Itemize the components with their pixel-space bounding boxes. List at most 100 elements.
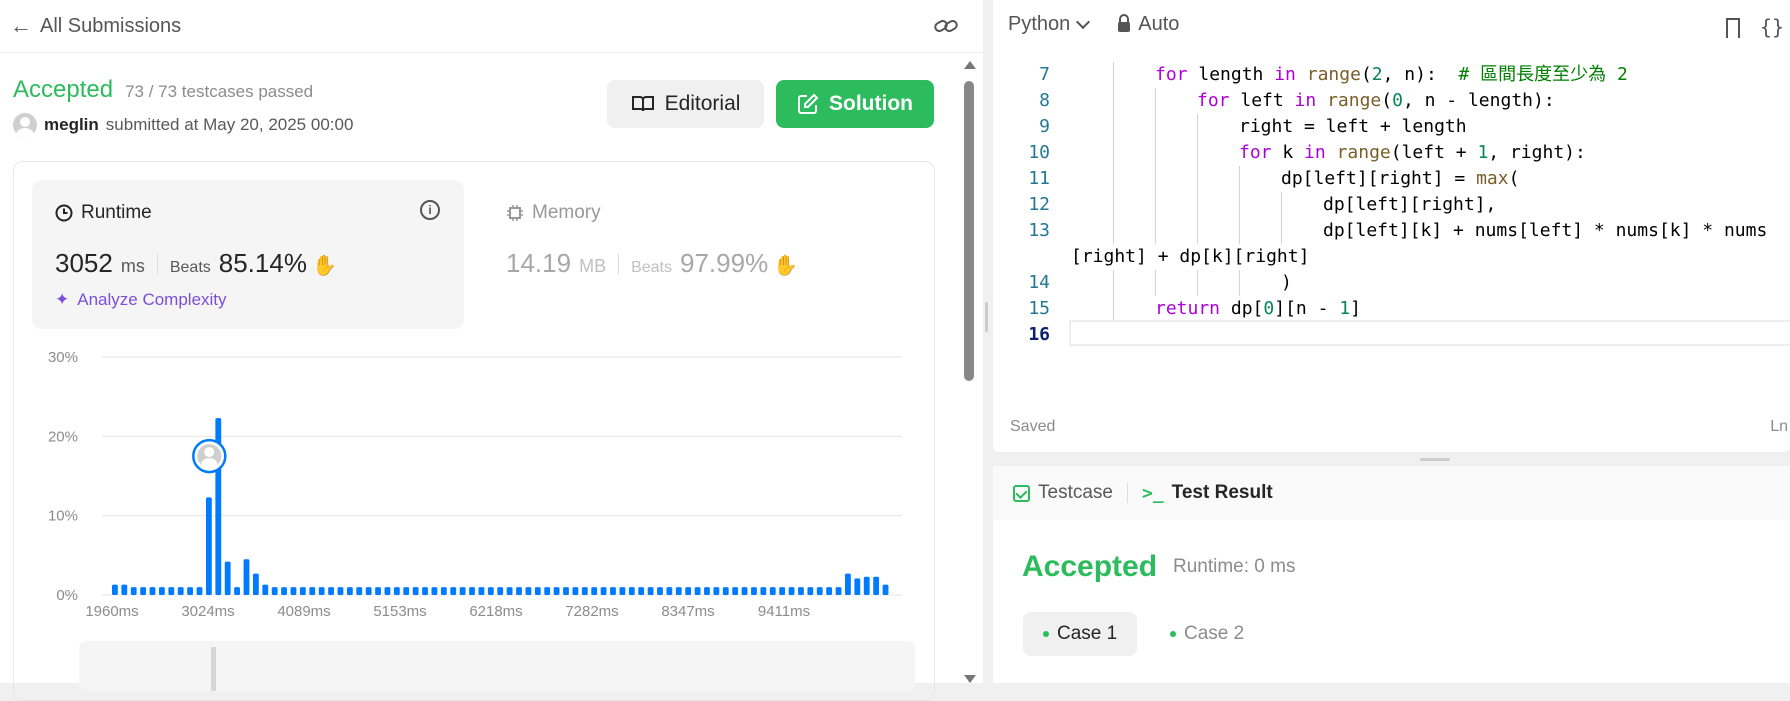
chart-bar bbox=[722, 587, 729, 595]
memory-unit: MB bbox=[579, 256, 607, 276]
chart-bar bbox=[243, 559, 250, 595]
clock-icon bbox=[55, 204, 73, 222]
x-tick-label: 5153ms bbox=[373, 603, 426, 620]
case-1-label: Case 1 bbox=[1057, 623, 1118, 644]
chart-bar bbox=[318, 587, 325, 595]
tab-testcase[interactable]: Testcase bbox=[1013, 482, 1113, 504]
submission-status: Accepted bbox=[13, 76, 114, 103]
chart-bar bbox=[760, 587, 767, 595]
tab-test-result[interactable]: >_ Test Result bbox=[1142, 482, 1273, 504]
memory-beats-pct: 97.99% bbox=[680, 248, 769, 278]
chart-bar bbox=[628, 587, 635, 595]
vertical-scrollbar[interactable] bbox=[962, 53, 976, 683]
code-text: for left in range(0, n - length): bbox=[1197, 90, 1555, 111]
chart-bar bbox=[299, 587, 306, 595]
chart-bar bbox=[807, 587, 814, 595]
chart-bar bbox=[487, 587, 494, 595]
pass-dot-icon bbox=[1170, 631, 1176, 637]
vertical-splitter[interactable] bbox=[983, 0, 993, 683]
chart-bar bbox=[619, 587, 626, 595]
chart-bar bbox=[732, 587, 739, 595]
line-number: 11 bbox=[1028, 168, 1050, 189]
current-line-highlight bbox=[1069, 320, 1790, 346]
sparkle-icon: ✦ bbox=[55, 290, 70, 309]
y-tick-label: 30% bbox=[48, 349, 78, 366]
book-icon bbox=[631, 96, 654, 112]
chart-bar bbox=[788, 587, 795, 595]
edit-icon bbox=[798, 93, 819, 114]
clap-hands-icon: ✋ bbox=[311, 255, 337, 277]
chart-bar bbox=[713, 587, 720, 595]
memory-value: 14.19 bbox=[506, 248, 572, 278]
chart-bar bbox=[516, 587, 522, 595]
username[interactable]: meglin bbox=[44, 115, 99, 135]
user-avatar[interactable] bbox=[13, 113, 37, 137]
chart-bar bbox=[328, 587, 334, 595]
code-text: for k in range(left + 1, right): bbox=[1239, 142, 1586, 163]
chart-bar bbox=[882, 584, 889, 595]
chart-bar bbox=[271, 587, 278, 595]
chart-bar bbox=[854, 578, 861, 595]
scrollbar-thumb[interactable] bbox=[964, 81, 974, 381]
chart-bar bbox=[224, 561, 231, 595]
saved-status: Saved bbox=[1010, 418, 1056, 435]
horizontal-splitter[interactable] bbox=[1420, 458, 1450, 461]
memory-card[interactable]: Memory 14.19 MB Beats 97.99% ✋ bbox=[506, 180, 936, 329]
chart-bar bbox=[158, 587, 165, 595]
editorial-label: Editorial bbox=[664, 92, 741, 115]
case-1-button[interactable]: Case 1 bbox=[1023, 612, 1138, 656]
share-link-icon[interactable] bbox=[933, 16, 959, 36]
chart-bar bbox=[346, 587, 353, 595]
bookmark-icon[interactable] bbox=[1726, 18, 1740, 38]
y-tick-label: 20% bbox=[48, 428, 78, 445]
chart-bar bbox=[704, 587, 710, 595]
chart-bar bbox=[337, 587, 344, 595]
chart-bar bbox=[779, 587, 786, 595]
chart-bar bbox=[196, 587, 203, 595]
chart-bar bbox=[459, 587, 466, 595]
chart-bar bbox=[497, 587, 504, 595]
chart-bar bbox=[290, 587, 297, 595]
chart-bar bbox=[375, 587, 381, 595]
line-number: 9 bbox=[1039, 116, 1050, 137]
scroll-down-icon[interactable] bbox=[964, 675, 976, 683]
editorial-button[interactable]: Editorial bbox=[607, 80, 764, 128]
submission-header: ← All Submissions bbox=[0, 0, 983, 53]
clap-hands-icon: ✋ bbox=[773, 255, 799, 277]
result-runtime: Runtime: 0 ms bbox=[1173, 556, 1296, 577]
code-text: dp[left][k] + nums[left] * nums[k] * num… bbox=[1323, 220, 1768, 241]
runtime-distribution-chart[interactable]: 0% 10% 20% 30% 1960ms 3024ms 4089ms 5153ms 6218m… bbox=[30, 340, 910, 630]
format-code-icon[interactable]: {} bbox=[1760, 15, 1784, 39]
runtime-card[interactable]: Runtime i 3052 ms Beats 85.14% ✋ ✦ Analy… bbox=[32, 180, 464, 329]
chart-bar bbox=[281, 587, 287, 595]
chart-bar bbox=[666, 587, 673, 595]
tab-test-result-label: Test Result bbox=[1171, 482, 1273, 503]
chart-bar bbox=[234, 587, 240, 595]
chart-bar bbox=[534, 587, 541, 595]
info-icon[interactable]: i bbox=[420, 200, 440, 220]
chart-bar bbox=[450, 587, 457, 595]
analyze-label: Analyze Complexity bbox=[77, 290, 227, 309]
chart-bar bbox=[384, 587, 391, 595]
runtime-unit: ms bbox=[120, 256, 145, 276]
solution-button[interactable]: Solution bbox=[776, 80, 934, 128]
all-submissions-link[interactable]: All Submissions bbox=[40, 15, 181, 38]
testcases-passed: 73 / 73 testcases passed bbox=[125, 82, 314, 101]
case-2-button[interactable]: Case 2 bbox=[1150, 612, 1264, 656]
line-number: 15 bbox=[1028, 298, 1050, 319]
line-number: 13 bbox=[1028, 220, 1050, 241]
auto-mode-toggle[interactable]: Auto bbox=[1118, 13, 1179, 36]
chart-bar bbox=[591, 587, 598, 595]
chart-bar bbox=[845, 573, 851, 595]
x-tick-label: 1960ms bbox=[85, 603, 138, 620]
chart-bar bbox=[544, 587, 551, 595]
analyze-complexity-link[interactable]: ✦ Analyze Complexity bbox=[55, 290, 227, 310]
chart-bar bbox=[262, 584, 269, 595]
chart-range-slider[interactable] bbox=[79, 641, 915, 691]
chart-bar bbox=[130, 587, 137, 595]
scroll-up-icon[interactable] bbox=[964, 61, 976, 69]
chart-bar bbox=[403, 587, 410, 595]
code-editor[interactable]: 7 for length in range(2, n): # 區間長度至少為 2 8… bbox=[993, 52, 1790, 362]
back-arrow-icon[interactable]: ← bbox=[6, 13, 36, 39]
language-select[interactable]: Python bbox=[1008, 13, 1091, 36]
